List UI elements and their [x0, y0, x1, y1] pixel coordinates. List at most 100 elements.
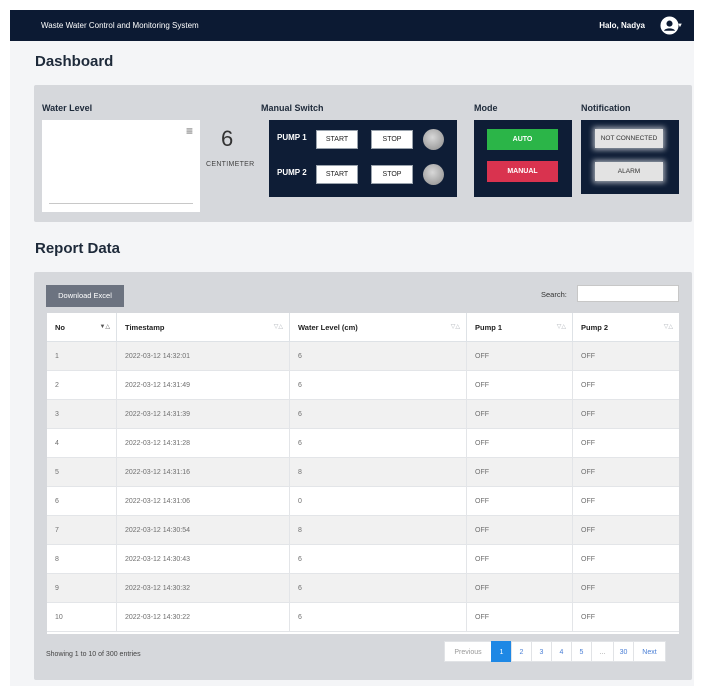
- cell-pump-1: OFF: [467, 545, 573, 574]
- pump-1-status-light: [423, 129, 444, 150]
- cell-timestamp: 2022-03-12 14:32:01: [117, 342, 290, 371]
- user-greeting[interactable]: Halo, Nadya: [599, 21, 645, 30]
- water-level-label: Water Level: [42, 103, 93, 113]
- cell-timestamp: 2022-03-12 14:30:54: [117, 516, 290, 545]
- cell-timestamp: 2022-03-12 14:30:43: [117, 545, 290, 574]
- chart-axis-line: [49, 203, 193, 204]
- cell-water-level: 6: [290, 545, 467, 574]
- table-row: 10 2022-03-12 14:30:22 6 OFF OFF: [47, 603, 679, 632]
- cell-water-level: 6: [290, 371, 467, 400]
- cell-pump-2: OFF: [581, 498, 595, 505]
- cell-timestamp: 2022-03-12 14:30:32: [117, 574, 290, 603]
- next-page-button[interactable]: Next: [633, 641, 666, 662]
- sort-icon: ▼△: [99, 324, 110, 330]
- cell-no: 1: [47, 342, 117, 371]
- connection-status-badge: NOT CONNECTED: [595, 129, 663, 148]
- chevron-down-icon[interactable]: ▼: [677, 23, 683, 29]
- mode-label: Mode: [474, 103, 498, 113]
- cell-pump-2: OFF: [581, 556, 595, 563]
- table-row: 9 2022-03-12 14:30:32 6 OFF OFF: [47, 574, 679, 603]
- cell-timestamp: 2022-03-12 14:31:49: [117, 371, 290, 400]
- previous-page-button[interactable]: Previous: [444, 641, 492, 662]
- cell-pump-1: OFF: [467, 342, 573, 371]
- water-level-chart: ≡: [42, 120, 200, 212]
- cell-timestamp: 2022-03-12 14:31:16: [117, 458, 290, 487]
- table-row: 7 2022-03-12 14:30:54 8 OFF OFF: [47, 516, 679, 545]
- cell-pump-1: OFF: [467, 429, 573, 458]
- alarm-badge: ALARM: [595, 162, 663, 181]
- page: Waste Water Control and Monitoring Syste…: [10, 10, 694, 686]
- auto-mode-button[interactable]: AUTO: [487, 129, 558, 150]
- sort-icon: ▽△: [273, 324, 283, 330]
- report-data-title: Report Data: [35, 240, 121, 257]
- top-navbar: Waste Water Control and Monitoring Syste…: [10, 10, 694, 41]
- cell-pump-2: OFF: [581, 614, 595, 621]
- search-label: Search:: [541, 290, 567, 299]
- app-title: Waste Water Control and Monitoring Syste…: [41, 21, 199, 30]
- cell-pump-1: OFF: [467, 603, 573, 632]
- page-30-button[interactable]: 30: [613, 641, 634, 662]
- cell-pump-2: OFF: [581, 585, 595, 592]
- cell-no: 8: [47, 545, 117, 574]
- cell-pump-1: OFF: [467, 516, 573, 545]
- cell-no: 2: [47, 371, 117, 400]
- manual-switch-label: Manual Switch: [261, 103, 324, 113]
- cell-pump-1: OFF: [467, 458, 573, 487]
- page-5-button[interactable]: 5: [571, 641, 592, 662]
- cell-water-level: 6: [290, 574, 467, 603]
- cell-pump-2: OFF: [581, 382, 595, 389]
- table-row: 5 2022-03-12 14:31:16 8 OFF OFF: [47, 458, 679, 487]
- column-header-no[interactable]: No ▼△: [47, 313, 117, 342]
- cell-pump-1: OFF: [467, 574, 573, 603]
- hamburger-menu-icon[interactable]: ≡: [186, 125, 193, 137]
- page-2-button[interactable]: 2: [511, 641, 532, 662]
- cell-timestamp: 2022-03-12 14:31:06: [117, 487, 290, 516]
- pagination: Previous 1 2 3 4 5... 30 Next: [444, 641, 666, 662]
- table-row: 2 2022-03-12 14:31:49 6 OFF OFF: [47, 371, 679, 400]
- cell-pump-2: OFF: [581, 411, 595, 418]
- pagination-ellipsis: ...: [591, 641, 614, 662]
- table-row: 3 2022-03-12 14:31:39 6 OFF OFF: [47, 400, 679, 429]
- table-row: 6 2022-03-12 14:31:06 0 OFF OFF: [47, 487, 679, 516]
- cell-water-level: 8: [290, 458, 467, 487]
- cell-no: 5: [47, 458, 117, 487]
- dashboard-card: Water Level ≡ 6 CENTIMETER Manual Switch…: [34, 85, 692, 222]
- cell-pump-2: OFF: [581, 469, 595, 476]
- page-1-button[interactable]: 1: [491, 641, 512, 662]
- pump-2-start-button[interactable]: START: [316, 165, 358, 184]
- page-4-button[interactable]: 4: [551, 641, 572, 662]
- mode-panel: AUTO MANUAL: [474, 120, 572, 197]
- report-card: Download Excel Search: No ▼△ Timestamp ▽△ …: [34, 272, 692, 680]
- manual-switch-panel: PUMP 1 START STOP PUMP 2 START STOP: [269, 120, 457, 197]
- pump-1-start-button[interactable]: START: [316, 130, 358, 149]
- pump-1-stop-button[interactable]: STOP: [371, 130, 413, 149]
- cell-water-level: 6: [290, 429, 467, 458]
- cell-no: 3: [47, 400, 117, 429]
- cell-water-level: 8: [290, 516, 467, 545]
- search-input[interactable]: [577, 285, 679, 302]
- cell-no: 7: [47, 516, 117, 545]
- page-3-button[interactable]: 3: [531, 641, 552, 662]
- cell-water-level: 6: [290, 342, 467, 371]
- download-excel-button[interactable]: Download Excel: [46, 285, 124, 307]
- pump-2-status-light: [423, 164, 444, 185]
- cell-pump-1: OFF: [467, 400, 573, 429]
- column-header-pump-2[interactable]: Pump 2 ▽△: [573, 313, 679, 342]
- entries-info: Showing 1 to 10 of 300 entries: [46, 651, 141, 658]
- manual-mode-button[interactable]: MANUAL: [487, 161, 558, 182]
- cell-timestamp: 2022-03-12 14:31:39: [117, 400, 290, 429]
- report-table: No ▼△ Timestamp ▽△ Water Level (cm) ▽△ Pump…: [47, 313, 679, 634]
- cell-water-level: 6: [290, 603, 467, 632]
- table-row: 4 2022-03-12 14:31:28 6 OFF OFF: [47, 429, 679, 458]
- notification-panel: NOT CONNECTED ALARM: [581, 120, 679, 194]
- cell-no: 9: [47, 574, 117, 603]
- column-header-pump-1[interactable]: Pump 1 ▽△: [467, 313, 573, 342]
- column-header-timestamp[interactable]: Timestamp ▽△: [117, 313, 290, 342]
- sort-icon: ▽△: [556, 324, 566, 330]
- table-header: No ▼△ Timestamp ▽△ Water Level (cm) ▽△ Pump…: [47, 313, 679, 342]
- pump-2-label: PUMP 2: [277, 168, 307, 177]
- pump-2-stop-button[interactable]: STOP: [371, 165, 413, 184]
- cell-timestamp: 2022-03-12 14:31:28: [117, 429, 290, 458]
- column-header-water-level[interactable]: Water Level (cm) ▽△: [290, 313, 467, 342]
- sort-icon: ▽△: [663, 324, 673, 330]
